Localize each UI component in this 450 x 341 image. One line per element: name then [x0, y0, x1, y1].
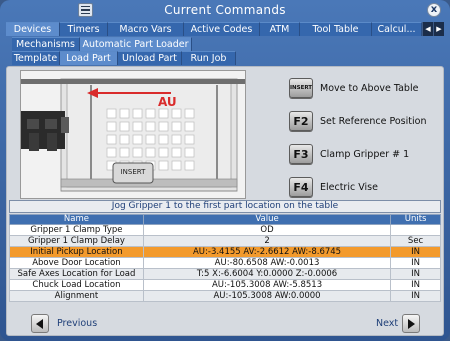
apl-tab-bar: Template Load Part Unload Part Run Job — [12, 51, 236, 65]
tab-macro-vars[interactable]: Macro Vars — [108, 22, 184, 36]
tab-devices[interactable]: Devices — [6, 22, 60, 36]
row-name: Gripper 1 Clamp Type — [9, 224, 144, 236]
tab-tool-table[interactable]: Tool Table — [300, 22, 372, 36]
action-move-above-table[interactable]: INSERT Move to Above Table — [289, 72, 418, 104]
left-arrow-icon — [36, 318, 43, 329]
row-units — [390, 224, 441, 236]
action-label: Set Reference Position — [320, 115, 427, 127]
row-units: IN — [390, 290, 441, 302]
column-header-name: Name — [9, 214, 144, 225]
device-tab-bar: Mechanisms Automatic Part Loader — [12, 37, 192, 51]
action-set-reference[interactable]: F2 Set Reference Position — [289, 105, 426, 137]
insert-key-icon: INSERT — [120, 168, 146, 176]
parameter-table: Name Value Units Gripper 1 Clamp Type OD… — [9, 214, 441, 302]
row-value: AU:-105.3008 AW:0.0000 — [142, 290, 392, 302]
row-units: IN — [390, 268, 441, 280]
row-name: Safe Axes Location for Load — [9, 268, 144, 280]
right-arrow-icon — [408, 318, 415, 329]
tab-timers[interactable]: Timers — [60, 22, 108, 36]
window-frame: Current Commands x Devices Timers Macro … — [0, 0, 450, 341]
row-value: AU:-3.4155 AV:-2.6612 AW:-8.6745 — [142, 246, 392, 258]
action-label: Move to Above Table — [320, 82, 419, 94]
next-label[interactable]: Next — [376, 318, 398, 329]
f3-key[interactable]: F3 — [289, 144, 313, 164]
previous-label[interactable]: Previous — [57, 318, 97, 329]
tab-automatic-part-loader[interactable]: Automatic Part Loader — [80, 37, 192, 51]
action-label: Clamp Gripper # 1 — [320, 148, 410, 160]
row-value: 2 — [142, 235, 392, 247]
action-label: Electric Vise — [320, 181, 378, 193]
tab-active-codes[interactable]: Active Codes — [184, 22, 260, 36]
tab-atm[interactable]: ATM — [260, 22, 300, 36]
row-units: IN — [390, 279, 441, 291]
tab-scroll-right-icon[interactable]: ▶ — [433, 22, 444, 36]
action-electric-vise[interactable]: F4 Electric Vise — [289, 171, 378, 203]
table-row[interactable]: Gripper 1 Clamp Delay 2 Sec — [9, 235, 441, 247]
table-row-selected[interactable]: Initial Pickup Location AU:-3.4155 AV:-2… — [9, 246, 441, 258]
row-value: AU:-105.3008 AW:-5.8513 — [142, 279, 392, 291]
row-name: Alignment — [9, 290, 144, 302]
insert-key[interactable]: INSERT — [289, 78, 313, 98]
row-value: T:5 X:-6.6004 Y:0.0000 Z:-0.0006 — [142, 268, 392, 280]
column-header-units: Units — [390, 214, 441, 225]
machine-illustration: AU INSERT — [20, 70, 246, 199]
row-value: AU:-80.6508 AW:-0.0013 — [142, 257, 392, 269]
title-bar: Current Commands x — [0, 0, 450, 20]
table-row[interactable]: Above Door Location AU:-80.6508 AW:-0.00… — [9, 257, 441, 269]
tab-mechanisms[interactable]: Mechanisms — [12, 37, 80, 51]
navigation-bar: Previous Next — [7, 314, 445, 334]
row-units: Sec — [390, 235, 441, 247]
action-clamp-gripper[interactable]: F3 Clamp Gripper # 1 — [289, 138, 409, 170]
f4-key[interactable]: F4 — [289, 177, 313, 197]
table-row[interactable]: Safe Axes Location for Load T:5 X:-6.600… — [9, 268, 441, 280]
instruction-banner: Jog Gripper 1 to the first part location… — [9, 200, 441, 213]
tab-run-job[interactable]: Run Job — [182, 51, 236, 65]
tab-calculator[interactable]: Calcul... — [372, 22, 422, 36]
tab-scroll-left-icon[interactable]: ◀ — [422, 22, 433, 36]
content-panel: AU INSERT INSERT Move to Above Table F2 … — [6, 66, 444, 336]
menu-icon[interactable] — [78, 3, 93, 17]
row-value: OD — [142, 224, 392, 236]
row-units: IN — [390, 257, 441, 269]
table-row[interactable]: Alignment AU:-105.3008 AW:0.0000 IN — [9, 290, 441, 302]
window-title: Current Commands — [164, 3, 286, 17]
next-button[interactable] — [402, 314, 420, 333]
column-header-value: Value — [142, 214, 392, 225]
table-header-row: Name Value Units — [9, 214, 441, 225]
row-name: Gripper 1 Clamp Delay — [9, 235, 144, 247]
table-row[interactable]: Gripper 1 Clamp Type OD — [9, 224, 441, 236]
tab-unload-part[interactable]: Unload Part — [118, 51, 182, 65]
row-name: Initial Pickup Location — [9, 246, 144, 258]
axis-label: AU — [158, 95, 177, 109]
previous-button[interactable] — [31, 314, 49, 333]
row-name: Above Door Location — [9, 257, 144, 269]
table-row[interactable]: Chuck Load Location AU:-105.3008 AW:-5.8… — [9, 279, 441, 291]
main-tab-bar: Devices Timers Macro Vars Active Codes A… — [6, 22, 444, 36]
tab-template[interactable]: Template — [12, 51, 60, 65]
row-units: IN — [390, 246, 441, 258]
close-icon[interactable]: x — [427, 3, 441, 17]
f2-key[interactable]: F2 — [289, 111, 313, 131]
tab-load-part[interactable]: Load Part — [60, 51, 118, 65]
row-name: Chuck Load Location — [9, 279, 144, 291]
